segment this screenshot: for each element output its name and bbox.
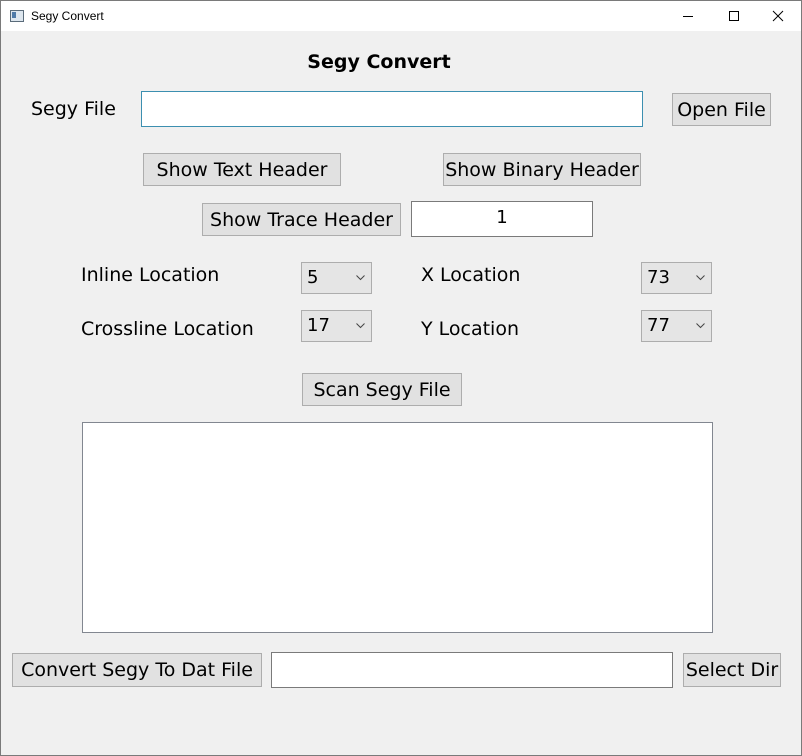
inline-location-value: 5 xyxy=(307,267,319,288)
chevron-down-icon xyxy=(696,323,705,329)
maximize-icon xyxy=(729,11,739,21)
y-location-select[interactable]: 77 xyxy=(641,310,712,342)
app-icon xyxy=(10,10,24,22)
x-location-value: 73 xyxy=(647,267,670,288)
segy-file-label: Segy File xyxy=(31,98,116,120)
show-text-header-button[interactable]: Show Text Header xyxy=(143,153,341,186)
select-dir-button[interactable]: Select Dir xyxy=(683,653,781,687)
inline-location-select[interactable]: 5 xyxy=(301,262,372,294)
y-location-value: 77 xyxy=(647,315,670,336)
convert-segy-to-dat-button[interactable]: Convert Segy To Dat File xyxy=(12,653,262,687)
crossline-location-select[interactable]: 17 xyxy=(301,310,372,342)
show-binary-header-button[interactable]: Show Binary Header xyxy=(443,153,641,186)
x-location-label: X Location xyxy=(421,264,521,286)
crossline-location-value: 17 xyxy=(307,315,330,336)
chevron-down-icon xyxy=(356,275,365,281)
close-icon xyxy=(772,10,784,22)
crossline-location-label: Crossline Location xyxy=(81,318,254,340)
title-bar: Segy Convert xyxy=(1,1,801,31)
minimize-icon xyxy=(683,16,693,17)
open-file-button[interactable]: Open File xyxy=(672,93,771,126)
page-title: Segy Convert xyxy=(307,51,451,73)
close-button[interactable] xyxy=(755,1,801,31)
output-listbox[interactable] xyxy=(82,422,713,633)
minimize-button[interactable] xyxy=(665,1,711,31)
maximize-button[interactable] xyxy=(711,1,757,31)
x-location-select[interactable]: 73 xyxy=(641,262,712,294)
scan-segy-file-button[interactable]: Scan Segy File xyxy=(302,373,462,406)
inline-location-label: Inline Location xyxy=(81,264,220,286)
main-window: Segy Convert Segy Convert Segy File Open… xyxy=(0,0,802,756)
chevron-down-icon xyxy=(356,323,365,329)
output-dir-input[interactable] xyxy=(271,652,673,688)
segy-file-input[interactable] xyxy=(141,91,643,127)
trace-number-input[interactable]: 1 xyxy=(411,201,593,237)
chevron-down-icon xyxy=(696,275,705,281)
window-title: Segy Convert xyxy=(31,9,104,23)
show-trace-header-button[interactable]: Show Trace Header xyxy=(202,203,401,236)
y-location-label: Y Location xyxy=(421,318,520,340)
